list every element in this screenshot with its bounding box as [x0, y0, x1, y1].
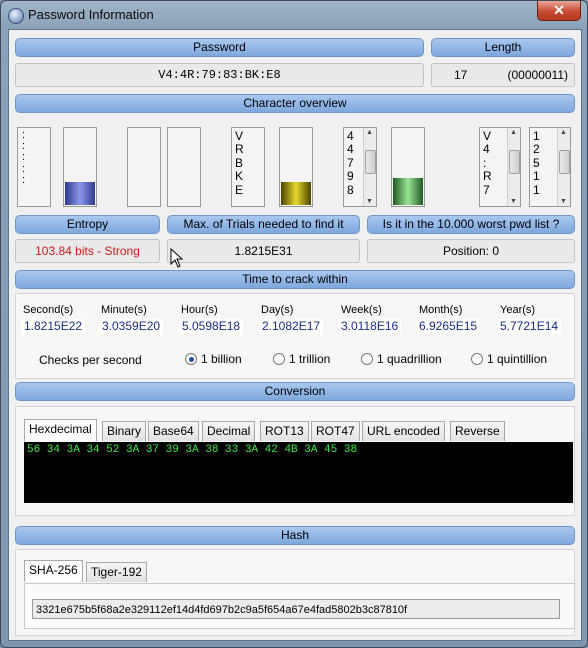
all-chars: V 4 : R 7 — [483, 129, 492, 197]
client-area: Password Length V4:4R:79:83:BK:E8 17 (00… — [8, 29, 582, 641]
years-value: 5.7721E14 — [497, 319, 562, 334]
radio-unselected-icon[interactable] — [273, 353, 285, 365]
overview-column-all-chars[interactable]: V 4 : R 7 ▲ ▼ — [479, 127, 521, 207]
password-value: V4:4R:79:83:BK:E8 — [15, 63, 424, 87]
overview-column-empty-1 — [127, 127, 161, 207]
seconds-label: Second(s) — [23, 304, 74, 316]
overview-column-blue-bar — [63, 127, 97, 207]
months-value: 6.9265E15 — [416, 319, 481, 334]
hours-value: 5.0598E18 — [179, 319, 244, 334]
radio-selected-icon[interactable] — [185, 353, 197, 365]
time-to-crack-header: Time to crack within — [15, 270, 575, 289]
conversion-output[interactable]: 56 34 3A 34 52 3A 37 39 3A 38 33 3A 42 4… — [24, 442, 573, 503]
hours-label: Hour(s) — [181, 304, 218, 316]
count-chars: 1 2 5 1 1 — [533, 129, 540, 197]
checks-per-second-label: Checks per second — [39, 353, 142, 367]
scroll-thumb[interactable] — [559, 150, 570, 174]
months-label: Month(s) — [419, 304, 463, 316]
radio-unselected-icon[interactable] — [471, 353, 483, 365]
hash-value[interactable]: 3321e675b5f68a2e329112ef14d4fd697b2c9a5f… — [32, 599, 560, 619]
separator-chars: : : : : : — [22, 129, 26, 186]
radio-1-trillion[interactable]: 1 trillion — [273, 352, 330, 366]
password-information-window: Password Information ✕ Password Length V… — [0, 0, 588, 648]
days-value: 2.1082E17 — [259, 319, 324, 334]
tab-hexdecimal[interactable]: Hexdecimal — [24, 419, 97, 441]
days-label: Day(s) — [261, 304, 294, 316]
radio-1-quintillion-label: 1 quintillion — [487, 352, 548, 366]
overview-column-letters: V R B K E — [231, 127, 265, 207]
close-button[interactable]: ✕ — [537, 1, 581, 21]
worst-list-position: Position: 0 — [367, 239, 575, 263]
radio-1-trillion-label: 1 trillion — [289, 352, 331, 366]
mouse-pointer-icon — [170, 248, 184, 268]
scroll-up-icon[interactable]: ▲ — [366, 129, 373, 136]
scroll-down-icon[interactable]: ▼ — [510, 198, 517, 205]
tab-binary[interactable]: Binary — [102, 421, 147, 441]
minutes-label: Minute(s) — [101, 304, 147, 316]
scroll-down-icon[interactable]: ▼ — [366, 198, 373, 205]
length-value: 17 — [454, 68, 468, 82]
conversion-header: Conversion — [15, 382, 575, 401]
overview-column-empty-2 — [167, 127, 201, 207]
window-title: Password Information — [28, 7, 154, 22]
scroll-up-icon[interactable]: ▲ — [560, 129, 567, 136]
scroll-thumb[interactable] — [365, 150, 376, 174]
tab-url-encoded[interactable]: URL encoded — [362, 421, 445, 441]
weeks-value: 3.0118E16 — [338, 319, 402, 334]
length-header: Length — [431, 38, 575, 57]
tab-rot13[interactable]: ROT13 — [260, 421, 309, 441]
tab-base64[interactable]: Base64 — [148, 421, 199, 441]
trials-header: Max. of Trials needed to find it — [167, 215, 360, 234]
radio-1-quintillion[interactable]: 1 quintillion — [471, 352, 547, 366]
hash-header: Hash — [15, 526, 575, 545]
radio-1-billion[interactable]: 1 billion — [185, 352, 242, 366]
tab-tiger-192[interactable]: Tiger-192 — [86, 562, 147, 582]
radio-1-quadrillion[interactable]: 1 quadrillion — [361, 352, 442, 366]
length-binary: (00000011) — [507, 68, 569, 82]
scroll-up-icon[interactable]: ▲ — [510, 129, 517, 136]
character-overview-header: Character overview — [15, 94, 575, 113]
worst-list-header: Is it in the 10.000 worst pwd list ? — [367, 215, 575, 234]
entropy-value: 103.84 bits - Strong — [15, 239, 160, 263]
yellow-bar — [281, 182, 311, 205]
blue-bar — [65, 182, 95, 205]
years-label: Year(s) — [500, 304, 536, 316]
all-chars-scrollbar[interactable]: ▲ ▼ — [507, 128, 520, 206]
radio-1-quadrillion-label: 1 quadrillion — [377, 352, 442, 366]
overview-column-green-bar — [391, 127, 425, 207]
overview-column-yellow-bar — [279, 127, 313, 207]
tab-sha-256[interactable]: SHA-256 — [24, 560, 83, 582]
tab-reverse[interactable]: Reverse — [450, 421, 505, 441]
tab-decimal[interactable]: Decimal — [202, 421, 256, 441]
scroll-thumb[interactable] — [509, 150, 520, 174]
radio-1-billion-label: 1 billion — [201, 352, 242, 366]
counts-scrollbar[interactable]: ▲ ▼ — [557, 128, 570, 206]
digits-scrollbar[interactable]: ▲ ▼ — [363, 128, 376, 206]
trials-value: 1.8215E31 — [167, 239, 360, 263]
overview-column-separators: : : : : : — [17, 127, 51, 207]
weeks-label: Week(s) — [341, 304, 382, 316]
overview-column-counts[interactable]: 1 2 5 1 1 ▲ ▼ — [529, 127, 571, 207]
letter-chars: V R B K E — [235, 129, 244, 197]
title-bar[interactable]: Password Information ✕ — [1, 1, 587, 29]
app-icon — [8, 8, 24, 24]
seconds-value: 1.8215E22 — [21, 319, 86, 334]
entropy-header: Entropy — [15, 215, 160, 234]
minutes-value: 3.0359E20 — [99, 319, 164, 334]
overview-column-digits[interactable]: 4 4 7 9 8 ▲ ▼ — [343, 127, 377, 207]
radio-unselected-icon[interactable] — [361, 353, 373, 365]
tab-rot47[interactable]: ROT47 — [311, 421, 360, 441]
green-bar — [393, 178, 423, 205]
length-box: 17 (00000011) — [431, 63, 575, 87]
scroll-down-icon[interactable]: ▼ — [560, 198, 567, 205]
password-header: Password — [15, 38, 424, 57]
digit-chars: 4 4 7 9 8 — [347, 129, 354, 197]
